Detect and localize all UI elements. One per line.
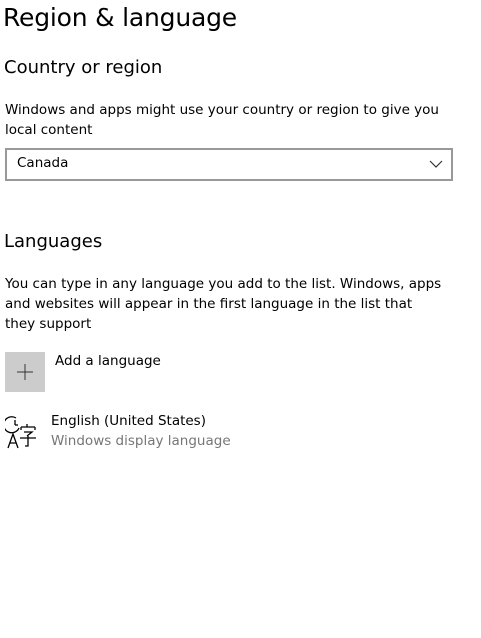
country-region-heading: Country or region (4, 57, 163, 78)
country-region-selected-value: Canada (17, 155, 69, 171)
region-language-page: Region & language Country or region Wind… (0, 0, 481, 638)
add-language-label[interactable]: Add a language (55, 353, 161, 369)
plus-icon (17, 364, 33, 380)
language-display-icon (5, 416, 36, 449)
languages-heading: Languages (4, 231, 103, 252)
languages-description: You can type in any language you add to … (5, 276, 442, 332)
country-region-dropdown[interactable]: Canada (5, 148, 453, 181)
country-region-description: Windows and apps might use your country … (5, 102, 439, 138)
add-language-button[interactable] (5, 352, 45, 392)
language-subtitle: Windows display language (51, 433, 231, 449)
page-title: Region & language (3, 3, 237, 32)
language-name: English (United States) (51, 413, 206, 429)
chevron-down-icon (429, 160, 443, 168)
